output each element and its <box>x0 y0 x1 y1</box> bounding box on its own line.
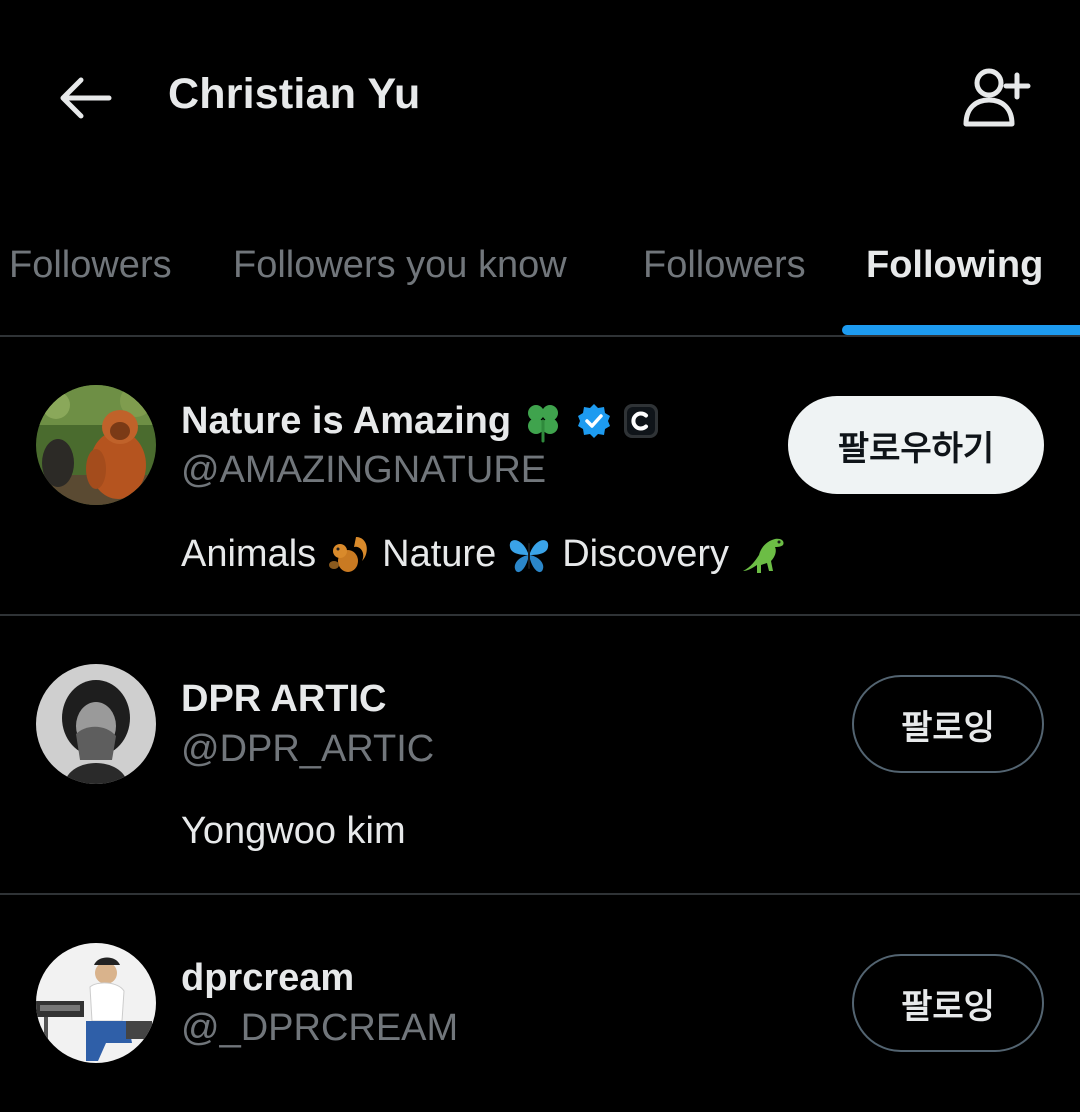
tab-followers-you-know[interactable]: Followers you know <box>233 232 567 335</box>
tab-label: Following <box>866 244 1044 286</box>
tab-label: Followers <box>9 244 172 286</box>
orangutan-avatar-image <box>36 385 156 505</box>
user-name: DPR ARTIC <box>181 678 387 720</box>
following-button[interactable]: 팔로잉 <box>852 675 1044 773</box>
back-button[interactable] <box>52 68 118 128</box>
bio-text: Discovery <box>562 532 730 575</box>
user-name: dprcream <box>181 957 355 999</box>
tab-verified-followers[interactable]: Followers <box>643 232 806 335</box>
user-handle: @_DPRCREAM <box>181 1007 459 1049</box>
tab-label: Followers you know <box>233 244 567 286</box>
tab-followers[interactable]: Followers <box>9 232 172 335</box>
squirrel-icon <box>326 531 372 577</box>
add-user-button[interactable] <box>955 62 1039 132</box>
bio-text: Animals <box>181 532 317 575</box>
add-user-icon <box>963 68 1031 127</box>
tab-following[interactable]: Following <box>866 232 1043 335</box>
user-bio: Yongwoo kim <box>181 810 406 852</box>
list-item[interactable]: dprcream @_DPRCREAM 팔로잉 <box>0 895 1080 1112</box>
tab-label: Followers <box>643 244 806 286</box>
avatar[interactable] <box>36 385 156 505</box>
list-item[interactable]: DPR ARTIC @DPR_ARTIC Yongwoo kim 팔로잉 <box>0 616 1080 895</box>
dpr-artic-avatar-image <box>36 664 156 784</box>
user-handle: @DPR_ARTIC <box>181 728 435 770</box>
dinosaur-icon <box>739 531 789 577</box>
following-button[interactable]: 팔로잉 <box>852 954 1044 1052</box>
bio-text: Nature <box>382 532 497 575</box>
user-handle: @AMAZINGNATURE <box>181 449 547 491</box>
user-name-line: Nature is Amazing <box>181 399 659 443</box>
tab-bar: Followers Followers you know Followers F… <box>0 232 1080 337</box>
user-name: Nature is Amazing <box>181 399 512 442</box>
butterfly-icon <box>506 531 552 577</box>
verified-badge-icon[interactable] <box>575 402 613 440</box>
copyright-c-icon <box>623 403 659 439</box>
user-name-line: DPR ARTIC <box>181 678 386 721</box>
user-name-line: dprcream <box>181 957 354 1000</box>
avatar[interactable] <box>36 664 156 784</box>
follow-button[interactable]: 팔로우하기 <box>788 396 1044 494</box>
arrow-left-icon <box>60 77 112 119</box>
dprcream-avatar-image <box>36 943 156 1063</box>
user-bio: Animals Nature Discovery <box>181 531 789 577</box>
four-leaf-clover-icon <box>521 399 565 443</box>
active-tab-indicator <box>842 325 1080 335</box>
avatar[interactable] <box>36 943 156 1063</box>
list-item[interactable]: Nature is Amazing @AMAZINGNATURE Animals… <box>0 337 1080 616</box>
top-app-bar: Christian Yu <box>0 0 1080 195</box>
page-title: Christian Yu <box>168 70 421 118</box>
